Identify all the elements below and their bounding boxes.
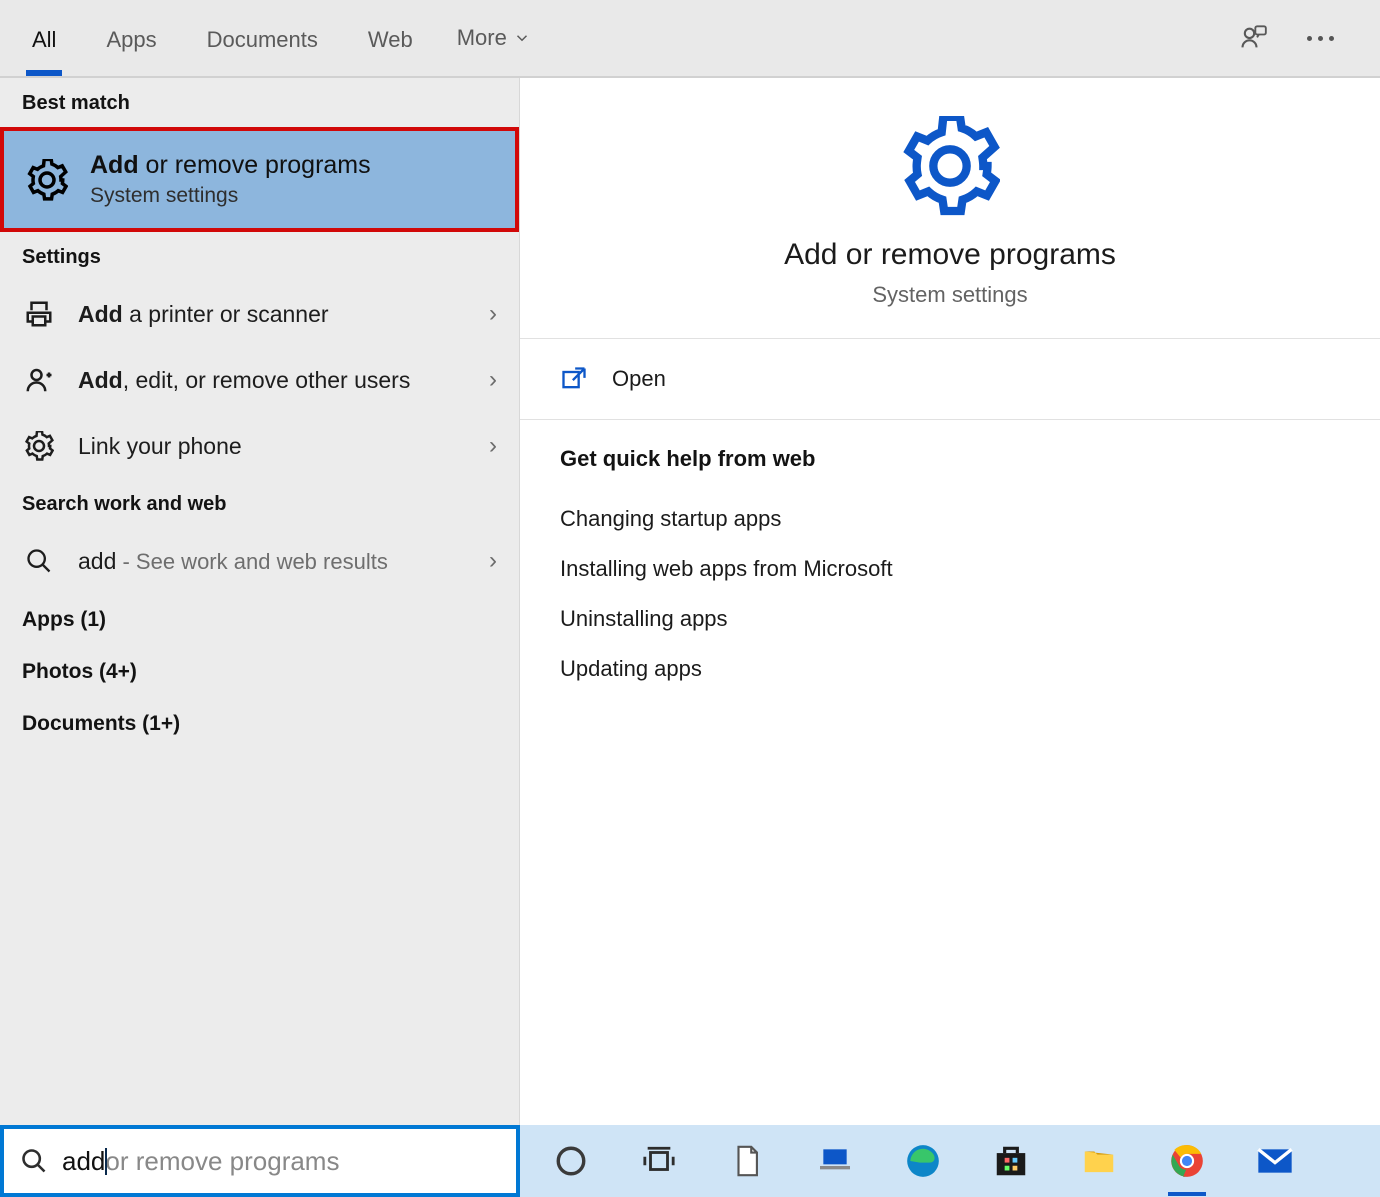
gear-icon — [900, 116, 1000, 216]
preview-panel: Add or remove programs System settings O… — [520, 78, 1380, 1125]
help-header: Get quick help from web — [560, 446, 1340, 472]
chevron-down-icon — [513, 29, 531, 47]
store-icon — [992, 1142, 1030, 1180]
cortana-icon — [554, 1144, 588, 1178]
help-link-update[interactable]: Updating apps — [560, 644, 1340, 694]
tab-web[interactable]: Web — [362, 5, 419, 72]
preview-header: Add or remove programs System settings — [520, 78, 1380, 338]
open-action[interactable]: Open — [520, 339, 1380, 419]
chevron-right-icon: › — [489, 432, 497, 460]
web-search-item[interactable]: add - See work and web results › — [0, 528, 519, 594]
feedback-icon[interactable] — [1239, 24, 1267, 52]
taskbar-file-explorer[interactable] — [1076, 1138, 1122, 1184]
settings-item-printer[interactable]: Add a printer or scanner › — [0, 281, 519, 347]
taskbar-edge[interactable] — [900, 1138, 946, 1184]
taskbar — [520, 1125, 1380, 1197]
search-ghost-text: or remove programs — [105, 1146, 339, 1177]
user-plus-icon — [22, 363, 56, 397]
settings-item-phone[interactable]: Link your phone › — [0, 413, 519, 479]
printer-icon — [22, 297, 56, 331]
preview-title: Add or remove programs — [784, 238, 1116, 272]
best-match-subtitle: System settings — [90, 184, 371, 208]
settings-item-users[interactable]: Add, edit, or remove other users › — [0, 347, 519, 413]
help-link-startup[interactable]: Changing startup apps — [560, 494, 1340, 544]
open-label: Open — [612, 366, 666, 392]
group-documents[interactable]: Documents (1+) — [0, 698, 519, 750]
tab-documents[interactable]: Documents — [201, 5, 324, 72]
settings-item-label: Add a printer or scanner — [78, 301, 467, 328]
group-photos[interactable]: Photos (4+) — [0, 646, 519, 698]
settings-item-label: Add, edit, or remove other users — [78, 367, 467, 394]
help-section: Get quick help from web Changing startup… — [520, 420, 1380, 720]
web-item-label: add - See work and web results — [78, 548, 467, 575]
task-view-icon — [642, 1144, 676, 1178]
main-content: Best match Add or remove programs System… — [0, 78, 1380, 1125]
preview-subtitle: System settings — [872, 282, 1027, 308]
document-icon — [730, 1144, 764, 1178]
taskbar-document[interactable] — [724, 1138, 770, 1184]
best-match-text: Add or remove programs System settings — [90, 151, 371, 208]
topbar-right — [1239, 24, 1354, 52]
tab-more-label: More — [457, 25, 507, 51]
tab-all[interactable]: All — [26, 5, 62, 72]
chevron-right-icon: › — [489, 547, 497, 575]
best-match-title: Add or remove programs — [90, 151, 371, 180]
search-typed-text: add — [62, 1146, 105, 1177]
taskbar-cortana[interactable] — [548, 1138, 594, 1184]
open-icon — [560, 365, 588, 393]
settings-header: Settings — [0, 232, 519, 281]
edge-icon — [904, 1142, 942, 1180]
more-options-icon[interactable] — [1307, 36, 1334, 41]
web-header: Search work and web — [0, 479, 519, 528]
group-apps[interactable]: Apps (1) — [0, 594, 519, 646]
gear-icon — [26, 159, 68, 201]
taskbar-laptop[interactable] — [812, 1138, 858, 1184]
laptop-icon — [815, 1141, 855, 1181]
search-input[interactable]: add or remove programs — [62, 1146, 500, 1177]
gear-icon — [22, 429, 56, 463]
taskbar-task-view[interactable] — [636, 1138, 682, 1184]
best-match-header: Best match — [0, 78, 519, 127]
bottom-bar: add or remove programs — [0, 1125, 1380, 1197]
chevron-right-icon: › — [489, 300, 497, 328]
settings-item-label: Link your phone — [78, 433, 467, 460]
help-link-uninstall[interactable]: Uninstalling apps — [560, 594, 1340, 644]
search-box[interactable]: add or remove programs — [0, 1125, 520, 1197]
tab-apps[interactable]: Apps — [100, 5, 162, 72]
results-panel: Best match Add or remove programs System… — [0, 78, 520, 1125]
help-link-install-web[interactable]: Installing web apps from Microsoft — [560, 544, 1340, 594]
mail-icon — [1255, 1141, 1295, 1181]
chevron-right-icon: › — [489, 366, 497, 394]
best-match-result[interactable]: Add or remove programs System settings — [0, 127, 519, 232]
search-filter-bar: All Apps Documents Web More — [0, 0, 1380, 78]
chrome-icon — [1168, 1142, 1206, 1180]
search-icon — [20, 1147, 48, 1175]
folder-icon — [1080, 1142, 1118, 1180]
taskbar-chrome[interactable] — [1164, 1138, 1210, 1184]
taskbar-store[interactable] — [988, 1138, 1034, 1184]
search-icon — [22, 544, 56, 578]
tab-more[interactable]: More — [457, 25, 531, 51]
taskbar-mail[interactable] — [1252, 1138, 1298, 1184]
filter-tabs: All Apps Documents Web More — [26, 5, 531, 72]
